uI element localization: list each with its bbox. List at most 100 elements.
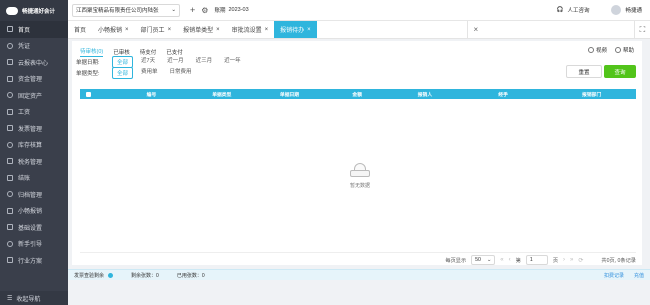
date-option-5[interactable]: 近一年 (224, 56, 241, 68)
sidebar-item-4[interactable]: 资金管理 (0, 71, 68, 88)
tab-label: 小畅报销 (98, 28, 123, 34)
tax-icon (7, 158, 13, 165)
fee-record-link[interactable]: 扣费记录 (604, 272, 624, 279)
close-icon[interactable]: × (265, 27, 269, 33)
column-header[interactable]: 单据日期 (256, 91, 324, 98)
cloud-logo-icon (6, 6, 18, 15)
support-link[interactable]: 人工咨询 (567, 6, 589, 14)
column-header[interactable]: 金额 (323, 91, 391, 98)
reset-button[interactable]: 重置 (566, 65, 602, 78)
close-icon[interactable]: × (125, 27, 129, 33)
sidebar-item-label: 行业方案 (18, 258, 43, 265)
pagination: 每页显示 50 ⌄ « ‹ 第 1 页 › » ⟳ 共0页, 0条记录 (80, 252, 636, 265)
sidebar-item-label: 新手引导 (18, 242, 43, 249)
sidebar-item-6[interactable]: 工资 (0, 104, 68, 121)
column-header[interactable]: 报销部门 (547, 91, 636, 98)
column-header[interactable]: 编号 (115, 91, 188, 98)
home-icon (7, 26, 13, 33)
tab-label: 报销待办 (280, 28, 305, 34)
close-icon[interactable]: × (168, 27, 172, 33)
period-display[interactable]: 账期 2023-03 (214, 6, 248, 14)
prev-page-icon[interactable]: ‹ (509, 257, 511, 263)
tab-2[interactable]: 小畅报销 × (92, 21, 135, 38)
tab-label: 部门员工 (140, 28, 165, 34)
sidebar-item-8[interactable]: 库存核算 (0, 137, 68, 154)
report-icon (7, 59, 13, 66)
tab-5[interactable]: 审批流设置 × (226, 21, 275, 38)
help-icon (614, 47, 621, 53)
next-page-icon[interactable]: › (563, 257, 565, 263)
sidebar-item-5[interactable]: 固定资产 (0, 87, 68, 104)
sidebar-item-12[interactable]: 小畅报销 (0, 203, 68, 220)
close-icon[interactable]: × (307, 27, 311, 33)
invoice-icon (7, 125, 13, 132)
sidebar-item-3[interactable]: 云报表中心 (0, 54, 68, 71)
app-logo[interactable]: 畅捷通好会计 (0, 0, 68, 21)
status-tabs: 待审核(0) 已审核 待支付 已支付 (72, 41, 642, 57)
sidebar-item-label: 资金管理 (18, 77, 43, 84)
recharge-link[interactable]: 充值 (634, 272, 644, 279)
user-name[interactable]: 畅捷通 (625, 6, 642, 14)
sidebar-item-label: 归档管理 (18, 192, 43, 199)
sidebar-item-15[interactable]: 行业方案 (0, 252, 68, 269)
per-page-label: 每页显示 (445, 257, 467, 264)
sidebar-item-14[interactable]: 新手引导 (0, 236, 68, 253)
tab-3[interactable]: 部门员工 × (135, 21, 178, 38)
invoice-label: 发票查验剩余 (74, 272, 105, 279)
sidebar-item-10[interactable]: 结账 (0, 170, 68, 187)
info-icon[interactable] (108, 272, 114, 278)
empty-text: 暂无数据 (349, 183, 370, 189)
checkout-icon (7, 174, 13, 181)
sidebar-item-11[interactable]: 归档管理 (0, 186, 68, 203)
first-page-icon[interactable]: « (500, 257, 503, 263)
company-name: 江西聚宝精品有限责任公司内陆张 (76, 8, 159, 14)
archive-icon (7, 191, 13, 198)
status-tab-3[interactable]: 待支付 (140, 48, 157, 56)
inventory-icon (7, 141, 13, 148)
column-header[interactable]: 单据类型 (188, 91, 256, 98)
help-button[interactable]: 帮助 (614, 46, 634, 54)
page-prefix: 第 (515, 257, 521, 264)
query-button[interactable]: 查询 (604, 65, 636, 78)
last-page-icon[interactable]: » (570, 257, 573, 263)
column-header[interactable]: 报销人 (391, 91, 459, 98)
company-select[interactable]: 江西聚宝精品有限责任公司内陆张 ⌄ (72, 3, 180, 17)
tab-1[interactable]: 首页 (68, 21, 92, 38)
close-all-tabs-icon[interactable]: × (467, 21, 483, 38)
sidebar-item-2[interactable]: 凭证 (0, 38, 68, 55)
sidebar-item-7[interactable]: 发票管理 (0, 120, 68, 137)
gear-icon[interactable]: ⚙ (201, 6, 208, 15)
add-icon[interactable]: + (190, 5, 195, 15)
status-tab-2[interactable]: 已审核 (113, 48, 130, 56)
refresh-icon[interactable]: ⟳ (578, 257, 583, 264)
type-option-1[interactable]: 全部 (112, 66, 134, 79)
type-option-3[interactable]: 日常费用 (170, 67, 192, 79)
video-label: 视频 (595, 48, 607, 54)
fullscreen-icon[interactable]: ⛶ (633, 21, 650, 38)
column-header[interactable]: 经手 (459, 91, 548, 98)
sidebar-item-9[interactable]: 税务管理 (0, 153, 68, 170)
sidebar-item-label: 税务管理 (18, 159, 43, 166)
settings-icon (7, 224, 13, 231)
page-input[interactable]: 1 (525, 255, 548, 265)
select-all-checkbox[interactable] (86, 91, 91, 97)
tab-4[interactable]: 报销单类型 × (177, 21, 226, 38)
sidebar-item-label: 云报表中心 (18, 60, 49, 67)
collapse-nav-label: 收起导航 (16, 296, 41, 303)
tab-6[interactable]: 报销待办 × (274, 21, 317, 38)
sidebar-item-13[interactable]: 基础设置 (0, 219, 68, 236)
video-button[interactable]: 视频 (587, 46, 607, 54)
status-tab-1[interactable]: 待审核(0) (80, 47, 104, 57)
collapse-nav-button[interactable]: ☰ 收起导航 (0, 291, 68, 305)
sidebar-item-1[interactable]: 首页 (0, 21, 68, 38)
main-panel: 待审核(0) 已审核 待支付 已支付 视频 帮助 单据日期: 全部 近7天 近一月 近三月近… (72, 41, 642, 265)
close-icon[interactable]: × (216, 27, 220, 33)
sidebar: 畅捷通好会计 首页 凭证云报表中心资金管理固定资产 工资 发票管理 库存核算税务管理结账… (0, 0, 68, 305)
avatar[interactable] (611, 5, 622, 15)
page-value: 1 (529, 257, 533, 263)
status-tab-4[interactable]: 已支付 (166, 48, 183, 56)
invoice-bar: 发票查验剩余 剩余张数：0 已用张数：0 扣费记录 充值 (68, 269, 650, 280)
invoice-remaining: 剩余张数：0 (131, 272, 159, 279)
type-option-2[interactable]: 费用单 (141, 67, 158, 79)
per-page-select[interactable]: 50 ⌄ (471, 255, 496, 265)
